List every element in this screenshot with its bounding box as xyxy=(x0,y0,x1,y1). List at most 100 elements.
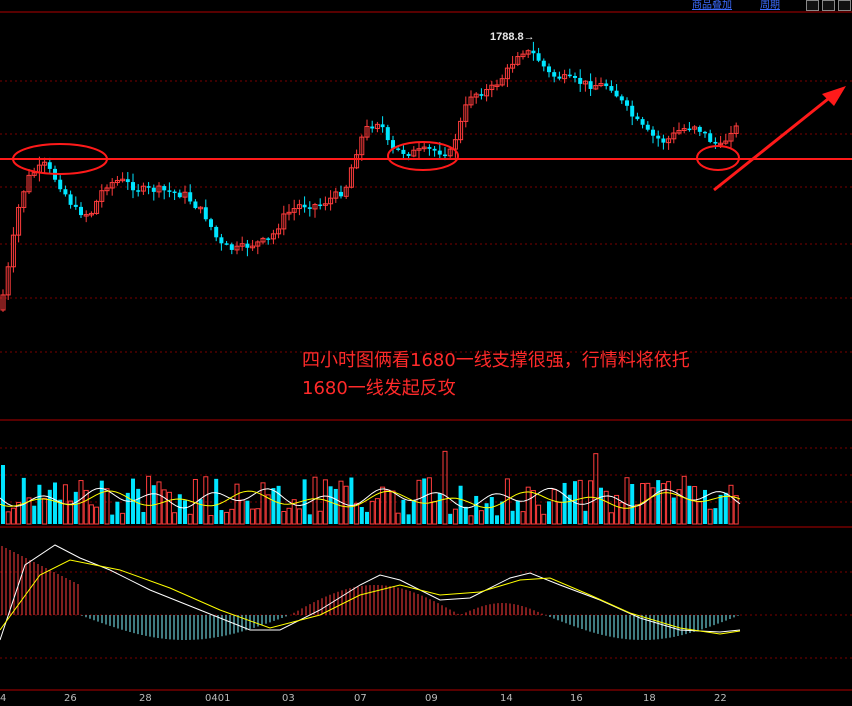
volume-bar xyxy=(302,479,307,524)
volume-bar xyxy=(359,507,364,524)
candle-down xyxy=(567,74,572,77)
candle-down xyxy=(443,154,447,157)
volume-bar xyxy=(484,503,489,524)
window-button-1[interactable] xyxy=(806,0,819,11)
candle-down xyxy=(302,204,307,208)
support-circle-2 xyxy=(387,141,459,171)
volume-bar xyxy=(307,514,312,524)
volume-bar xyxy=(583,510,588,524)
volume-bar xyxy=(671,497,676,524)
candle-down xyxy=(214,226,219,238)
candle-down xyxy=(73,204,78,207)
volume-bar xyxy=(354,502,360,525)
add-product-button[interactable]: 商品叠加 xyxy=(692,0,732,11)
volume-bar xyxy=(697,501,703,525)
candle-down xyxy=(427,147,432,149)
volume-bar xyxy=(504,478,510,525)
x-tick-label: 22 xyxy=(714,693,727,704)
volume-bar xyxy=(495,515,499,524)
candle-down xyxy=(713,141,718,144)
candle-down xyxy=(619,96,624,101)
window-button-2[interactable] xyxy=(822,0,835,11)
volume-bar xyxy=(183,500,187,524)
volume-bar xyxy=(88,504,94,525)
candle-down xyxy=(536,53,541,61)
candle-down xyxy=(63,189,68,195)
volume-bar xyxy=(723,492,728,524)
volume-bar xyxy=(312,476,318,525)
volume-bar xyxy=(599,487,603,524)
candle-down xyxy=(604,83,609,87)
volume-bar xyxy=(692,486,698,525)
volume-bar xyxy=(666,481,672,525)
volume-bar xyxy=(37,484,42,524)
candle-down xyxy=(401,149,406,154)
candle-down xyxy=(432,148,437,151)
volume-bar xyxy=(172,512,178,525)
volume-bar xyxy=(1,465,5,524)
volume-bar xyxy=(390,490,396,525)
trend-arrow-head xyxy=(822,86,846,106)
candle-down xyxy=(318,204,323,207)
volume-bar xyxy=(437,493,442,524)
candle-down xyxy=(79,206,83,216)
volume-bar xyxy=(99,480,104,524)
volume-bars xyxy=(0,450,741,525)
volume-bar xyxy=(120,512,126,525)
candle-down xyxy=(245,243,250,248)
candle-down xyxy=(385,127,390,141)
volume-bar xyxy=(10,507,16,525)
candle-down xyxy=(68,194,73,205)
volume-bar xyxy=(656,480,661,524)
volume-bar xyxy=(681,475,687,525)
volume-bar xyxy=(707,508,713,525)
volume-bar xyxy=(422,478,427,524)
peak-label: 1788.8→ xyxy=(490,31,535,43)
candle-down xyxy=(531,50,536,54)
volume-bar xyxy=(73,491,78,524)
volume-bar xyxy=(452,508,458,525)
volume-bar xyxy=(276,485,281,524)
candle-down xyxy=(339,191,343,197)
candle-down xyxy=(125,179,130,183)
volume-bar xyxy=(234,483,240,525)
candle-down xyxy=(614,90,619,97)
volume-bar xyxy=(136,488,141,524)
volume-bar xyxy=(468,515,474,525)
window-button-3[interactable] xyxy=(838,0,851,11)
volume-bar xyxy=(250,508,256,525)
volume-bar xyxy=(463,506,468,524)
period-button[interactable]: 周期 xyxy=(760,0,780,11)
volume-bar xyxy=(161,489,167,525)
volume-bar xyxy=(104,488,110,525)
volume-bar xyxy=(426,477,432,525)
candle-down xyxy=(193,201,198,209)
candle-down xyxy=(203,207,208,220)
candle-down xyxy=(703,131,707,134)
x-tick-label: 28 xyxy=(139,693,152,704)
volume-bar xyxy=(214,478,219,524)
candle-down xyxy=(697,126,702,132)
volume-bar xyxy=(198,499,203,524)
volume-bar xyxy=(556,501,562,525)
annotation-line-1: 四小时图俩看1680一线支撑很强，行情料将依托 xyxy=(302,350,690,371)
candle-down xyxy=(406,153,411,156)
candle-down xyxy=(266,238,271,240)
volume-bar xyxy=(385,489,391,525)
candle-down xyxy=(656,135,661,139)
candle-down xyxy=(58,179,63,190)
volume-bar xyxy=(411,500,416,524)
volume-bar xyxy=(115,501,120,524)
volume-bar xyxy=(208,515,214,525)
candle-down xyxy=(687,128,692,131)
candles xyxy=(0,41,739,312)
candle-down xyxy=(625,100,629,106)
x-tick-label: 03 xyxy=(282,693,295,704)
volume-bar xyxy=(349,477,354,524)
candle-down xyxy=(651,129,655,136)
x-tick-label: 18 xyxy=(643,693,656,704)
candle-down xyxy=(47,162,52,169)
volume-bar xyxy=(245,500,250,524)
volume-bar xyxy=(515,500,520,524)
x-tick-label: 4 xyxy=(0,693,7,704)
